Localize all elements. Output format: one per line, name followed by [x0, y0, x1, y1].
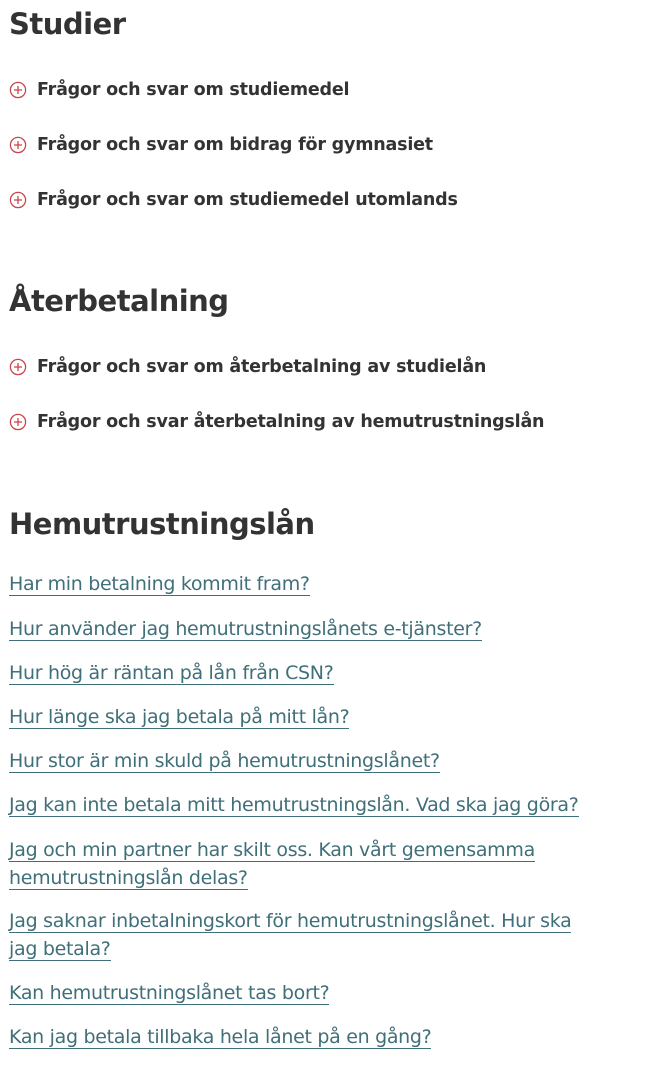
faq-item-label: Frågor och svar om studiemedel utomlands — [37, 190, 458, 210]
faq-link-skuld[interactable]: Hur stor är min skuld på hemutrustningsl… — [9, 750, 440, 773]
faq-link-kan-inte-betala[interactable]: Jag kan inte betala mitt hemutrustningsl… — [9, 794, 579, 817]
faq-link-saknar-inbetalningskort[interactable]: Jag saknar inbetalningskort för hemutrus… — [9, 910, 572, 961]
faq-item-studiemedel-utomlands[interactable]: Frågor och svar om studiemedel utomlands — [9, 188, 458, 212]
faq-item-label: Frågor och svar återbetalning av hemutru… — [37, 412, 545, 432]
faq-link-e-tjanster[interactable]: Hur använder jag hemutrustningslånets e-… — [9, 618, 482, 641]
faq-item-aterbetalning-hemutrustningslan[interactable]: Frågor och svar återbetalning av hemutru… — [9, 410, 545, 434]
list-item: Hur länge ska jag betala på mitt lån? — [9, 703, 591, 731]
list-item: Hur stor är min skuld på hemutrustningsl… — [9, 747, 591, 775]
plus-circle-icon — [9, 413, 27, 431]
faq-item-label: Frågor och svar om studiemedel — [37, 80, 350, 100]
plus-circle-icon — [9, 358, 27, 376]
list-item: Har min betalning kommit fram? — [9, 570, 591, 598]
list-item: Hur använder jag hemutrustningslånets e-… — [9, 615, 591, 643]
faq-link-betalning-kommit-fram[interactable]: Har min betalning kommit fram? — [9, 573, 310, 596]
faq-link-betala-tillbaka-hela[interactable]: Kan jag betala tillbaka hela lånet på en… — [9, 1026, 432, 1049]
section-title-studier: Studier — [9, 7, 126, 41]
list-item: Kan hemutrustningslånet tas bort? — [9, 979, 591, 1007]
list-item: Jag kan inte betala mitt hemutrustningsl… — [9, 791, 591, 819]
faq-item-bidrag-gymnasiet[interactable]: Frågor och svar om bidrag för gymnasiet — [9, 133, 433, 157]
faq-link-skilt-oss[interactable]: Jag och min partner har skilt oss. Kan v… — [9, 839, 535, 890]
list-item: Jag saknar inbetalningskort för hemutrus… — [9, 907, 591, 963]
list-item: Hur hög är räntan på lån från CSN? — [9, 659, 591, 687]
faq-item-label: Frågor och svar om återbetalning av stud… — [37, 357, 487, 377]
section-studier: Studier — [9, 6, 661, 42]
faq-link-hur-lange-betala[interactable]: Hur länge ska jag betala på mitt lån? — [9, 706, 350, 729]
plus-circle-icon — [9, 191, 27, 209]
faq-item-studiemedel[interactable]: Frågor och svar om studiemedel — [9, 78, 350, 102]
plus-circle-icon — [9, 81, 27, 99]
list-item: Jag och min partner har skilt oss. Kan v… — [9, 836, 591, 892]
section-aterbetalning: Återbetalning — [9, 283, 661, 319]
plus-circle-icon — [9, 136, 27, 154]
faq-link-rantan[interactable]: Hur hög är räntan på lån från CSN? — [9, 662, 334, 685]
section-title-hemutrustningslan: Hemutrustningslån — [9, 507, 315, 541]
list-item: Kan jag betala tillbaka hela lånet på en… — [9, 1023, 591, 1051]
faq-item-aterbetalning-studielan[interactable]: Frågor och svar om återbetalning av stud… — [9, 355, 486, 379]
faq-link-tas-bort[interactable]: Kan hemutrustningslånet tas bort? — [9, 982, 330, 1005]
section-title-aterbetalning: Återbetalning — [9, 284, 229, 318]
faq-item-label: Frågor och svar om bidrag för gymnasiet — [37, 135, 433, 155]
section-hemutrustningslan: Hemutrustningslån — [9, 506, 661, 542]
